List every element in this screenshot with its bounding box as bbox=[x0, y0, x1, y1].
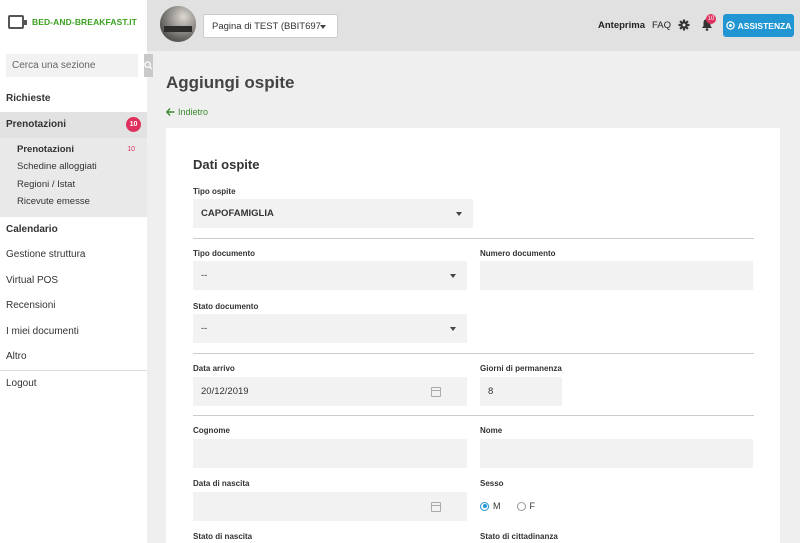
back-label: Indietro bbox=[178, 107, 209, 117]
sidebar-item-label: Gestione struttura bbox=[6, 249, 86, 261]
stato-documento-label: Stato documento bbox=[193, 302, 259, 311]
stato-documento-value: -- bbox=[201, 323, 208, 334]
notification-badge: 10 bbox=[706, 14, 716, 24]
data-arrivo-input[interactable]: 20/12/2019 bbox=[193, 377, 467, 406]
prenotazioni-submenu: Prenotazioni 10 Schedine alloggiati Regi… bbox=[0, 137, 147, 217]
subitem-label: Prenotazioni bbox=[17, 143, 75, 155]
property-select-value: Pagina di TEST (BBIT697 bbox=[212, 20, 321, 32]
numero-documento-label: Numero documento bbox=[480, 249, 556, 258]
tipo-documento-label: Tipo documento bbox=[193, 249, 256, 258]
avatar-image bbox=[160, 6, 196, 42]
data-nascita-label: Data di nascita bbox=[193, 479, 250, 488]
divider bbox=[193, 415, 754, 416]
data-nascita-input[interactable] bbox=[193, 492, 467, 521]
stato-cittadinanza-label: Stato di cittadinanza bbox=[480, 532, 558, 541]
property-select[interactable]: Pagina di TEST (BBIT697 bbox=[203, 14, 338, 38]
card-title: Dati ospite bbox=[193, 157, 260, 172]
cognome-input[interactable] bbox=[193, 439, 467, 468]
search-icon bbox=[144, 61, 153, 70]
top-header: Pagina di TEST (BBIT697 Anteprima FAQ 10… bbox=[147, 0, 800, 51]
nome-input[interactable] bbox=[480, 439, 753, 468]
search-input[interactable] bbox=[6, 54, 144, 77]
tipo-documento-value: -- bbox=[201, 270, 208, 281]
chevron-down-icon bbox=[456, 212, 462, 216]
chevron-down-icon bbox=[320, 25, 326, 29]
sidebar-item-label: Virtual POS bbox=[6, 274, 59, 286]
sesso-label: Sesso bbox=[480, 479, 504, 488]
subitem-label: Ricevute emesse bbox=[17, 196, 90, 208]
avatar-detail bbox=[164, 26, 192, 32]
page-title: Aggiungi ospite bbox=[166, 73, 295, 92]
tipo-ospite-select[interactable]: CAPOFAMIGLIA bbox=[193, 199, 473, 228]
search-button[interactable] bbox=[144, 54, 153, 77]
tipo-ospite-value: CAPOFAMIGLIA bbox=[201, 208, 274, 219]
numero-documento-input[interactable] bbox=[480, 261, 753, 290]
sesso-radio-group: M F bbox=[480, 501, 535, 511]
sidebar-item-label: Calendario bbox=[6, 223, 58, 235]
subitem-ricevute[interactable]: Ricevute emesse bbox=[0, 193, 147, 211]
sidebar-item-label: I miei documenti bbox=[6, 325, 79, 337]
subitem-regioni[interactable]: Regioni / Istat bbox=[0, 176, 147, 194]
calendar-icon[interactable] bbox=[431, 502, 441, 512]
faq-link[interactable]: FAQ bbox=[652, 20, 671, 31]
assistance-button[interactable]: ASSISTENZA bbox=[723, 14, 794, 37]
sidebar-item-label: Recensioni bbox=[6, 300, 56, 312]
divider bbox=[193, 238, 754, 239]
sidebar-item-richieste[interactable]: Richieste bbox=[0, 86, 147, 112]
gear-icon[interactable] bbox=[678, 19, 690, 31]
sidebar-item-gestione-struttura[interactable]: Gestione struttura bbox=[0, 242, 147, 268]
sidebar-item-calendario[interactable]: Calendario bbox=[0, 217, 147, 243]
sesso-m-label: M bbox=[493, 501, 501, 511]
sidebar-item-label: Logout bbox=[6, 377, 37, 389]
sidebar-item-logout[interactable]: Logout bbox=[0, 371, 147, 397]
calendar-icon[interactable] bbox=[431, 387, 441, 397]
chevron-down-icon bbox=[450, 327, 456, 331]
subitem-count: 10 bbox=[127, 145, 135, 153]
giorni-input[interactable]: 8 bbox=[480, 377, 562, 406]
sidebar-item-label: Richieste bbox=[6, 93, 51, 105]
tipo-ospite-label: Tipo ospite bbox=[193, 187, 236, 196]
arrow-left-icon bbox=[166, 108, 175, 116]
sesso-f-label: F bbox=[529, 501, 536, 511]
subitem-prenotazioni[interactable]: Prenotazioni 10 bbox=[0, 141, 147, 159]
stato-documento-select[interactable]: -- bbox=[193, 314, 467, 343]
stato-nascita-label: Stato di nascita bbox=[193, 532, 253, 541]
preview-link[interactable]: Anteprima bbox=[598, 20, 645, 31]
guest-form-card: Dati ospite Tipo ospite CAPOFAMIGLIA Tip… bbox=[166, 128, 780, 543]
divider bbox=[193, 353, 754, 354]
sesso-f-radio[interactable] bbox=[516, 501, 526, 511]
subitem-label: Regioni / Istat bbox=[17, 178, 76, 190]
data-arrivo-value: 20/12/2019 bbox=[201, 386, 249, 397]
logo-text: BED-AND-BREAKFAST.IT bbox=[32, 17, 137, 27]
chevron-down-icon bbox=[450, 274, 456, 278]
subitem-label: Schedine alloggiati bbox=[17, 161, 97, 173]
sidebar-item-virtual-pos[interactable]: Virtual POS bbox=[0, 268, 147, 294]
sidebar: BED-AND-BREAKFAST.IT Richieste Prenotazi… bbox=[0, 0, 153, 543]
giorni-value: 8 bbox=[488, 386, 494, 397]
logo[interactable]: BED-AND-BREAKFAST.IT bbox=[8, 15, 137, 29]
sidebar-item-documenti[interactable]: I miei documenti bbox=[0, 319, 147, 345]
sidebar-item-recensioni[interactable]: Recensioni bbox=[0, 293, 147, 319]
support-icon bbox=[725, 21, 735, 30]
data-arrivo-label: Data arrivo bbox=[193, 364, 235, 373]
tipo-documento-select[interactable]: -- bbox=[193, 261, 467, 290]
section-search bbox=[6, 54, 153, 77]
giorni-label: Giorni di permanenza bbox=[480, 364, 562, 373]
sidebar-item-label: Altro bbox=[6, 351, 27, 363]
sidebar-nav: Richieste Prenotazioni 10 Prenotazioni 1… bbox=[0, 86, 147, 396]
sidebar-item-altro[interactable]: Altro bbox=[0, 344, 147, 370]
prenotazioni-badge: 10 bbox=[126, 117, 141, 132]
logo-icon bbox=[8, 15, 27, 29]
nome-label: Nome bbox=[480, 426, 503, 435]
back-link[interactable]: Indietro bbox=[166, 107, 208, 117]
assistance-label: ASSISTENZA bbox=[737, 20, 792, 31]
subitem-schedine[interactable]: Schedine alloggiati bbox=[0, 158, 147, 176]
avatar[interactable] bbox=[160, 6, 196, 42]
sesso-m-radio[interactable] bbox=[480, 501, 489, 511]
cognome-label: Cognome bbox=[193, 426, 230, 435]
sidebar-item-label: Prenotazioni bbox=[6, 119, 67, 130]
sidebar-item-prenotazioni[interactable]: Prenotazioni 10 bbox=[0, 111, 147, 138]
